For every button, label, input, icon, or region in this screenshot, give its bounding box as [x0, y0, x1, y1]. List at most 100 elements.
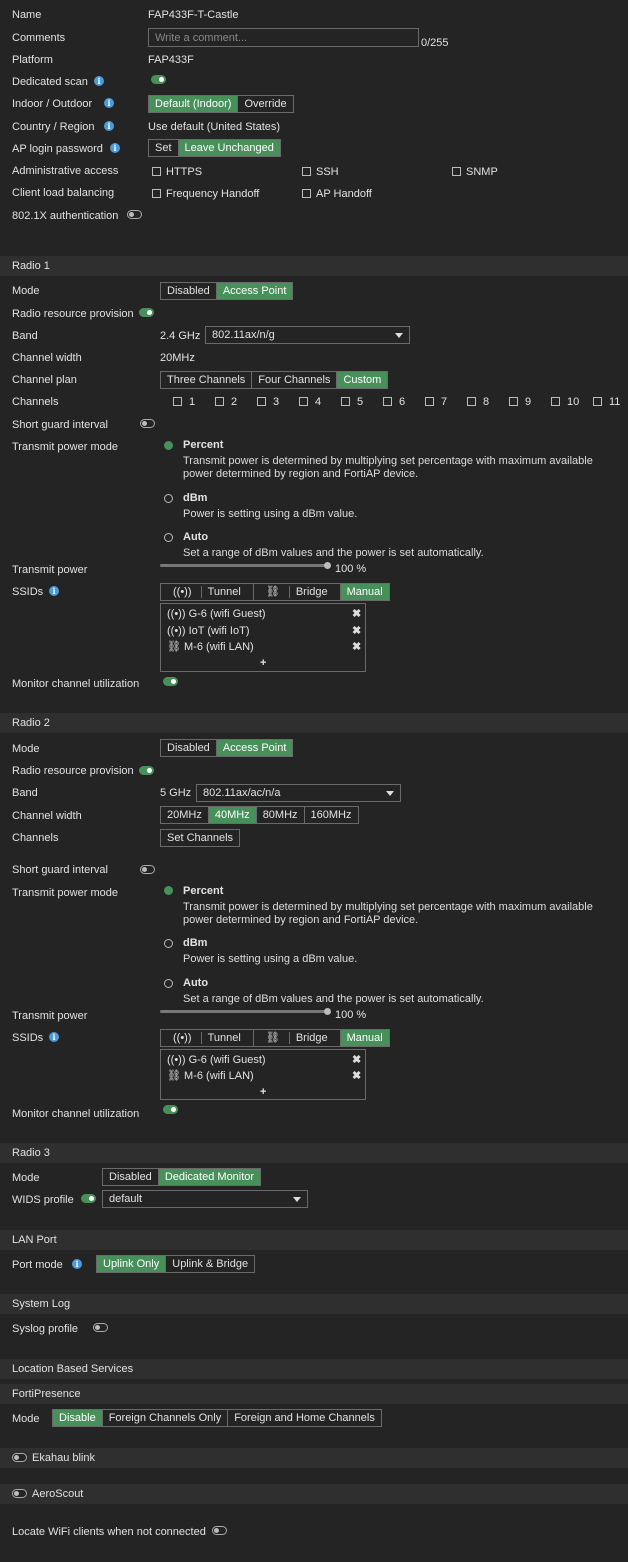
dedicated-scan-toggle[interactable] [151, 75, 166, 84]
channel-3-checkbox[interactable] [257, 397, 266, 406]
add-ssid-button[interactable]: + [260, 656, 266, 670]
radio1-mode-access-point[interactable]: Access Point [215, 283, 293, 299]
fp-mode-foreign-only[interactable]: Foreign Channels Only [101, 1410, 228, 1426]
radio2-mcu-toggle[interactable] [163, 1105, 178, 1114]
frequency-handoff-label: Frequency Handoff [166, 188, 260, 200]
snmp-checkbox[interactable] [452, 167, 461, 176]
channel-4-checkbox[interactable] [299, 397, 308, 406]
remove-icon[interactable]: ✖ [352, 1069, 361, 1082]
cw-20mhz[interactable]: 20MHz [161, 807, 208, 823]
radio2-tp-value: 100 % [335, 1009, 367, 1021]
channel-6-checkbox[interactable] [383, 397, 392, 406]
radio1-tp-slider[interactable] [160, 562, 331, 569]
radio2-channel-width-selector[interactable]: 20MHz 40MHz 80MHz 160MHz [160, 806, 359, 824]
frequency-handoff-checkbox[interactable] [152, 189, 161, 198]
radio1-rrp-toggle[interactable] [139, 308, 154, 317]
port-mode-label: Port mode [12, 1259, 63, 1271]
ap-login-selector[interactable]: Set Leave Unchanged [148, 139, 281, 157]
radio2-auto-radio[interactable] [164, 979, 173, 988]
ap-handoff-checkbox[interactable] [302, 189, 311, 198]
channel-plan-three[interactable]: Three Channels [161, 372, 251, 388]
ssh-checkbox[interactable] [302, 167, 311, 176]
radio2-sgi-toggle[interactable] [140, 865, 155, 874]
add-ssid-button[interactable]: + [260, 1085, 266, 1099]
snmp-label: SNMP [466, 166, 498, 178]
remove-icon[interactable]: ✖ [352, 1053, 361, 1066]
radio2-ssid-bridge[interactable]: ⛓ Bridge [252, 1030, 340, 1046]
radio2-dbm-title: dBm [183, 937, 208, 949]
radio2-percent-radio[interactable] [164, 886, 173, 895]
radio1-ssid-bridge[interactable]: ⛓ Bridge [252, 584, 340, 600]
radio2-ssid-manual[interactable]: Manual [339, 1030, 389, 1046]
radio1-ssid-tunnel[interactable]: ((•)) Tunnel [161, 584, 253, 600]
radio1-ssid-manual[interactable]: Manual [339, 584, 389, 600]
channel-7-checkbox[interactable] [425, 397, 434, 406]
radio1-mode-disabled[interactable]: Disabled [161, 283, 216, 299]
ekahau-section-header: Ekahau blink [0, 1448, 628, 1468]
radio2-mode-disabled[interactable]: Disabled [161, 740, 216, 756]
channel-2-checkbox[interactable] [215, 397, 224, 406]
radio1-channel-plan-selector[interactable]: Three Channels Four Channels Custom [160, 371, 389, 389]
radio1-mode-selector[interactable]: Disabled Access Point [160, 282, 294, 300]
set-channels-label: Set Channels [167, 832, 234, 844]
cw-40mhz[interactable]: 40MHz [207, 807, 256, 823]
radio1-tp-value: 100 % [335, 563, 367, 575]
radio2-tpm-label: Transmit power mode [12, 887, 118, 899]
dot1x-toggle[interactable] [127, 210, 142, 219]
radio1-auto-radio[interactable] [164, 533, 173, 542]
radio2-dbm-radio[interactable] [164, 939, 173, 948]
remove-icon[interactable]: ✖ [352, 624, 361, 637]
ap-login-set-option[interactable]: Set [149, 140, 178, 156]
wids-profile-toggle[interactable] [81, 1194, 96, 1203]
remove-icon[interactable]: ✖ [352, 607, 361, 620]
radio2-rrp-toggle[interactable] [139, 766, 154, 775]
channel-9-checkbox[interactable] [509, 397, 518, 406]
fortipresence-mode-selector[interactable]: Disable Foreign Channels Only Foreign an… [52, 1409, 382, 1427]
indoor-override-option[interactable]: Override [237, 96, 292, 112]
channel-8-checkbox[interactable] [467, 397, 476, 406]
radio3-mode-selector[interactable]: Disabled Dedicated Monitor [102, 1168, 262, 1186]
set-channels-button[interactable]: Set Channels [160, 829, 241, 847]
radio3-mode-disabled[interactable]: Disabled [103, 1169, 158, 1185]
radio2-ssid-tunnel[interactable]: ((•)) Tunnel [161, 1030, 253, 1046]
radio3-mode-dedicated-monitor[interactable]: Dedicated Monitor [157, 1169, 261, 1185]
radio1-sgi-toggle[interactable] [140, 419, 155, 428]
ekahau-toggle[interactable] [12, 1453, 27, 1462]
radio1-dbm-radio[interactable] [164, 494, 173, 503]
radio1-ssid-mode-selector[interactable]: ((•)) Tunnel ⛓ Bridge Manual [160, 583, 390, 601]
https-checkbox[interactable] [152, 167, 161, 176]
channel-1-checkbox[interactable] [173, 397, 182, 406]
radio2-mode-selector[interactable]: Disabled Access Point [160, 739, 294, 757]
ap-login-unchanged-option[interactable]: Leave Unchanged [177, 140, 280, 156]
radio1-band-select[interactable]: 802.11ax/n/g [205, 326, 410, 344]
cw-160mhz[interactable]: 160MHz [303, 807, 358, 823]
port-mode-uplink-only[interactable]: Uplink Only [97, 1256, 166, 1272]
slider-handle[interactable] [324, 562, 331, 569]
port-mode-selector[interactable]: Uplink Only Uplink & Bridge [96, 1255, 256, 1273]
remove-icon[interactable]: ✖ [352, 640, 361, 653]
channel-plan-custom[interactable]: Custom [336, 372, 388, 388]
radio2-tp-slider[interactable] [160, 1008, 331, 1015]
fp-mode-foreign-home[interactable]: Foreign and Home Channels [227, 1410, 381, 1426]
aeroscout-toggle[interactable] [12, 1489, 27, 1498]
radio2-ssid-mode-selector[interactable]: ((•)) Tunnel ⛓ Bridge Manual [160, 1029, 390, 1047]
channel-10-checkbox[interactable] [551, 397, 560, 406]
chevron-down-icon [395, 333, 403, 338]
channel-plan-four[interactable]: Four Channels [251, 372, 336, 388]
channel-5-checkbox[interactable] [341, 397, 350, 406]
comments-input[interactable]: Write a comment... [148, 28, 419, 47]
syslog-profile-toggle[interactable] [93, 1323, 108, 1332]
fp-mode-disable[interactable]: Disable [53, 1410, 102, 1426]
indoor-default-option[interactable]: Default (Indoor) [149, 96, 238, 112]
radio1-percent-radio[interactable] [164, 441, 173, 450]
wids-profile-select[interactable]: default [102, 1190, 308, 1208]
slider-handle[interactable] [324, 1008, 331, 1015]
indoor-outdoor-selector[interactable]: Default (Indoor) Override [148, 95, 294, 113]
radio2-mode-access-point[interactable]: Access Point [215, 740, 293, 756]
radio1-mcu-toggle[interactable] [163, 677, 178, 686]
locate-wifi-toggle[interactable] [212, 1526, 227, 1535]
cw-80mhz[interactable]: 80MHz [255, 807, 304, 823]
port-mode-uplink-bridge[interactable]: Uplink & Bridge [165, 1256, 254, 1272]
radio2-band-select[interactable]: 802.11ax/ac/n/a [196, 784, 401, 802]
channel-11-checkbox[interactable] [593, 397, 602, 406]
